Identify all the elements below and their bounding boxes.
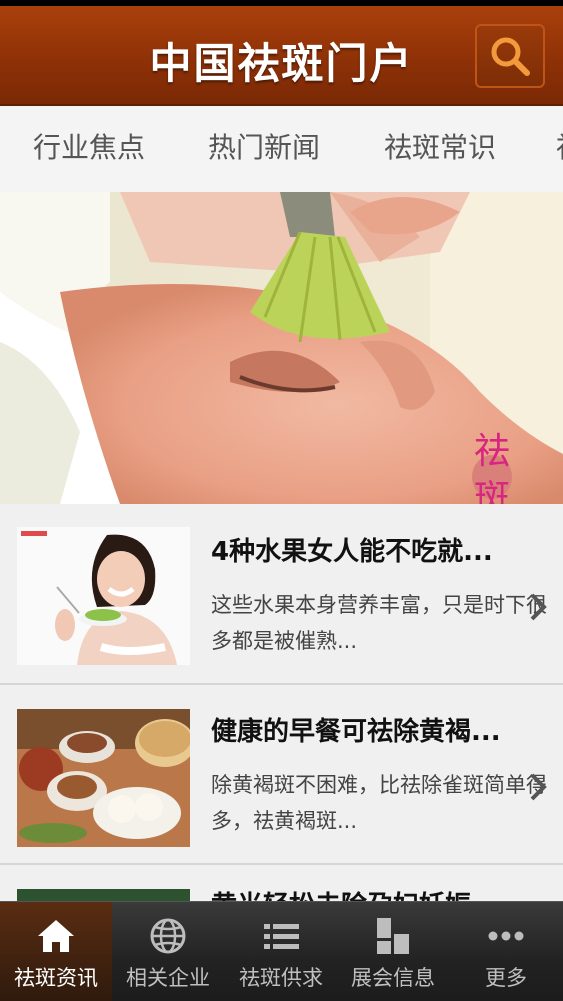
- article-summary: 除黄褐斑不困难，比祛除雀斑简单得多，祛黄褐斑...: [211, 773, 547, 833]
- globe-icon: [150, 918, 186, 954]
- nav-supply-demand[interactable]: 祛斑供求: [225, 902, 337, 1001]
- tab-industry-focus[interactable]: 行业焦点: [33, 106, 145, 192]
- article-thumbnail: [17, 889, 190, 901]
- banner-image[interactable]: 祛 斑 专 家: [0, 192, 563, 504]
- app-header: 中国祛斑门户: [0, 6, 563, 106]
- more-icon: [488, 931, 524, 941]
- article-title: 4种水果女人能不吃就...: [211, 537, 493, 567]
- tab-spot-knowledge[interactable]: 祛斑常识: [384, 106, 496, 192]
- tab-hot-news[interactable]: 热门新闻: [208, 106, 320, 192]
- banner-caption: 祛 斑 专 家: [473, 431, 510, 504]
- bottom-navigation: 祛斑资讯 相关企业 祛斑供求 展会信息 更多: [0, 901, 563, 1001]
- article-summary: 这些水果本身营养丰富，只是时下很多都是被催熟...: [211, 593, 547, 653]
- list-icon: [264, 924, 299, 949]
- category-tabs: 行业焦点 热门新闻 祛斑常识 祛: [0, 106, 563, 193]
- blocks-icon: [377, 918, 409, 954]
- list-item[interactable]: 黄光轻松去除孕妇妊娠...: [0, 865, 563, 901]
- chevron-right-icon: [530, 593, 547, 621]
- article-thumbnail: [17, 527, 190, 665]
- chevron-right-icon: [530, 773, 547, 801]
- nav-related-companies[interactable]: 相关企业: [112, 902, 224, 1001]
- search-icon: [491, 37, 530, 76]
- nav-exhibitions[interactable]: 展会信息: [337, 902, 449, 1001]
- nav-spot-news[interactable]: 祛斑资讯: [0, 902, 112, 1001]
- search-button[interactable]: [475, 24, 545, 88]
- article-thumbnail: [17, 709, 190, 847]
- list-item[interactable]: 4种水果女人能不吃就... 这些水果本身营养丰富，只是时下很多都是被催熟...: [0, 505, 563, 685]
- list-item[interactable]: 健康的早餐可祛除黄褐... 除黄褐斑不困难，比祛除雀斑简单得多，祛黄褐斑...: [0, 685, 563, 865]
- home-icon: [38, 920, 74, 952]
- tab-more-partial[interactable]: 祛: [556, 106, 563, 192]
- article-list: 4种水果女人能不吃就... 这些水果本身营养丰富，只是时下很多都是被催熟...: [0, 505, 563, 901]
- article-title: 健康的早餐可祛除黄褐...: [211, 717, 501, 747]
- nav-more[interactable]: 更多: [450, 902, 562, 1001]
- article-title: 黄光轻松去除孕妇妊娠...: [211, 885, 511, 901]
